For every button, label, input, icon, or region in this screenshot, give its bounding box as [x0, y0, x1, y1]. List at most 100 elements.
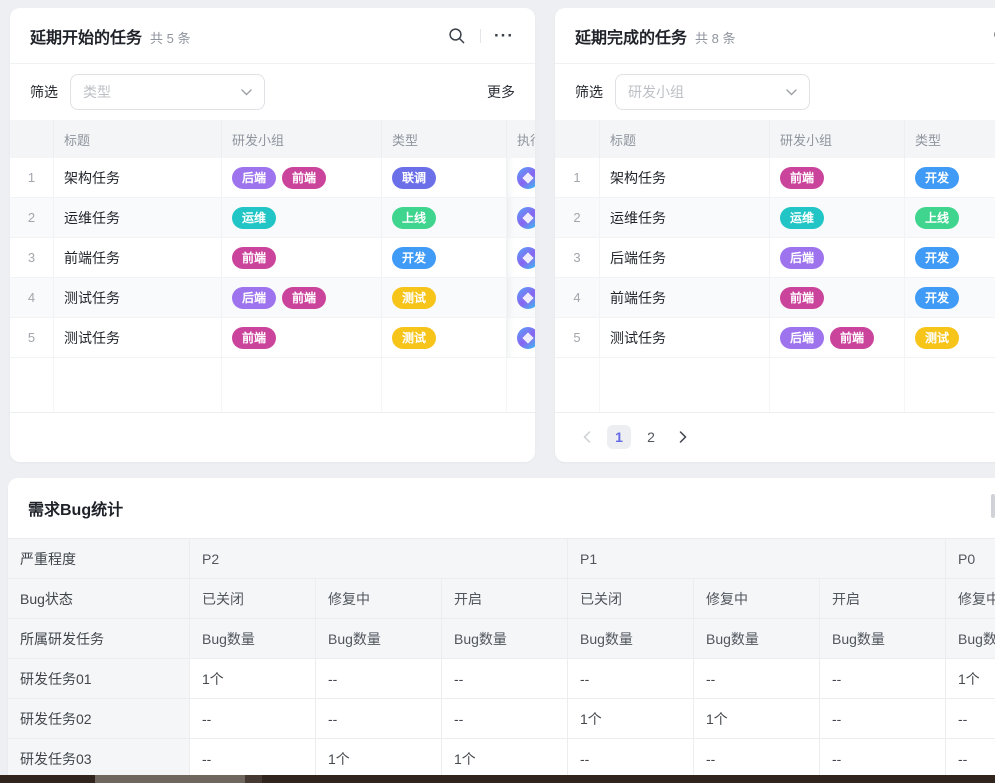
assignee-cell	[507, 238, 535, 277]
severity-row-label: 严重程度	[8, 539, 190, 578]
group-tag: 前端	[282, 167, 326, 189]
filter-row: 筛选 类型 更多	[10, 64, 535, 120]
task-name: 研发任务01	[8, 659, 190, 698]
group-tag: 后端	[780, 327, 824, 349]
bug-count-value: 1个	[694, 699, 820, 738]
group-tags-cell: 后端前端	[222, 158, 382, 197]
severity-header: P2	[190, 539, 568, 578]
table-row[interactable]: 5测试任务前端测试	[10, 318, 535, 358]
more-menu-icon[interactable]: ···	[493, 25, 515, 47]
table-row[interactable]: 5测试任务后端前端测试	[555, 318, 995, 358]
filler-cell	[555, 358, 600, 412]
assignee-avatar	[517, 167, 535, 189]
type-tag: 测试	[392, 327, 436, 349]
task-name: 研发任务02	[8, 699, 190, 738]
more-filters-link[interactable]: 更多	[487, 82, 515, 102]
search-icon[interactable]	[991, 25, 995, 47]
table-row[interactable]: 3前端任务前端开发	[10, 238, 535, 278]
record-count: 共 5 条	[150, 31, 190, 46]
task-title: 测试任务	[600, 318, 770, 357]
panel-header: 需求Bug统计	[8, 478, 995, 539]
group-tags-cell: 后端前端	[222, 278, 382, 317]
table-filler-row	[10, 358, 535, 413]
assignee-cell	[507, 278, 535, 317]
horizontal-scrollbar[interactable]	[0, 775, 995, 783]
bug-count-value: --	[442, 699, 568, 738]
bug-count-value: --	[316, 659, 442, 698]
type-tag-cell: 开发	[905, 238, 995, 277]
bug-count-value: --	[442, 659, 568, 698]
filler-cell	[905, 358, 995, 412]
scrollbar-thumb[interactable]	[95, 775, 245, 783]
bug-count-value: --	[568, 659, 694, 698]
row-index: 4	[10, 278, 54, 317]
task-table: 标题研发小组类型1架构任务前端开发2运维任务运维上线3后端任务后端开发4前端任务…	[555, 120, 995, 413]
filler-cell	[10, 358, 54, 412]
chevron-right-icon[interactable]	[671, 425, 695, 449]
filler-cell	[507, 358, 535, 412]
type-tag-cell: 开发	[905, 158, 995, 197]
column-header: 研发小组	[770, 120, 905, 158]
task-row-label: 所属研发任务	[8, 619, 190, 658]
group-filter-select[interactable]: 研发小组	[615, 74, 810, 110]
panel-delayed-start-tasks: 延期开始的任务共 5 条 ··· 筛选 类型 更多 标题研发小组类型执行人1架构…	[10, 8, 535, 462]
table-row[interactable]: 2运维任务运维上线	[555, 198, 995, 238]
type-tag-cell: 上线	[382, 198, 507, 237]
status-row: Bug状态已关闭修复中开启已关闭修复中开启修复中	[8, 579, 995, 619]
group-tags-cell: 运维	[222, 198, 382, 237]
divider	[480, 29, 481, 43]
filler-cell	[222, 358, 382, 412]
bug-count-value: --	[316, 699, 442, 738]
bug-count-header: Bug数量	[694, 619, 820, 658]
table-row[interactable]: 3后端任务后端开发	[555, 238, 995, 278]
page-1-button[interactable]: 1	[607, 425, 631, 449]
type-filter-select[interactable]: 类型	[70, 74, 265, 110]
group-tag: 运维	[780, 207, 824, 229]
type-tag: 开发	[915, 287, 959, 309]
filter-row: 筛选 研发小组	[555, 64, 995, 120]
table-row[interactable]: 4测试任务后端前端测试	[10, 278, 535, 318]
table-row[interactable]: 2运维任务运维上线	[10, 198, 535, 238]
panel-title: 延期完成的任务	[575, 30, 687, 47]
group-tags-cell: 后端前端	[770, 318, 905, 357]
status-header: 开启	[820, 579, 946, 618]
task-title: 前端任务	[600, 278, 770, 317]
bug-count-value: --	[820, 659, 946, 698]
page-numbers: 12	[607, 425, 663, 449]
chevron-left-icon[interactable]	[575, 425, 599, 449]
type-tag-cell: 联调	[382, 158, 507, 197]
row-index: 4	[555, 278, 600, 317]
panel-title-group: 延期完成的任务共 8 条	[575, 24, 735, 48]
more-glyph: ···	[494, 31, 514, 41]
bug-count-value: --	[946, 739, 995, 778]
panel-header: 延期完成的任务共 8 条 ···	[555, 8, 995, 64]
group-tag: 前端	[232, 327, 276, 349]
type-tag-cell: 开发	[905, 278, 995, 317]
type-tag: 开发	[915, 167, 959, 189]
filter-label: 筛选	[575, 82, 603, 102]
pagination: 12	[555, 413, 995, 461]
bug-statistics-table: 严重程度P2P1P0Bug状态已关闭修复中开启已关闭修复中开启修复中所属研发任务…	[8, 539, 995, 779]
group-tag: 运维	[232, 207, 276, 229]
assignee-avatar	[517, 287, 535, 309]
table-header-row: 标题研发小组类型执行人	[10, 120, 535, 158]
status-header: 修复中	[946, 579, 995, 618]
group-tags-cell: 前端	[770, 158, 905, 197]
filler-cell	[770, 358, 905, 412]
bug-count-value: 1个	[316, 739, 442, 778]
page-2-button[interactable]: 2	[639, 425, 663, 449]
table-row[interactable]: 4前端任务前端开发	[555, 278, 995, 318]
bug-count-value: --	[820, 739, 946, 778]
column-header: 类型	[382, 120, 507, 158]
column-header: 标题	[54, 120, 222, 158]
table-row[interactable]: 1架构任务后端前端联调	[10, 158, 535, 198]
header-actions: ···	[991, 25, 995, 47]
column-header: 执行人	[507, 120, 535, 158]
status-header: 已关闭	[568, 579, 694, 618]
table-row[interactable]: 1架构任务前端开发	[555, 158, 995, 198]
assignee-avatar	[517, 207, 535, 229]
search-icon[interactable]	[446, 25, 468, 47]
row-index: 3	[10, 238, 54, 277]
severity-header: P0	[946, 539, 995, 578]
type-tag-cell: 测试	[382, 318, 507, 357]
